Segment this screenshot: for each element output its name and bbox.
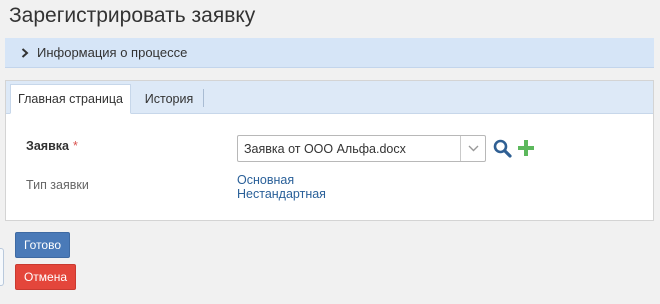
request-field-label: Заявка * (26, 139, 78, 153)
process-info-toggle[interactable]: Информация о процессе (5, 38, 654, 68)
type-option-nonstandard[interactable]: Нестандартная (237, 187, 326, 201)
search-icon[interactable] (492, 138, 512, 158)
chevron-down-icon[interactable] (461, 136, 485, 161)
required-marker: * (72, 139, 78, 153)
tab-main-page[interactable]: Главная страница (10, 84, 131, 114)
process-info-label: Информация о процессе (37, 45, 188, 60)
page-title: Зарегистрировать заявку (9, 4, 256, 27)
request-select[interactable]: Заявка от ООО Альфа.docx (237, 135, 486, 162)
request-label-text: Заявка (26, 139, 69, 153)
tab-bar: Главная страница История (6, 81, 653, 114)
request-type-label: Тип заявки (26, 178, 89, 192)
chevron-right-icon (19, 47, 31, 59)
type-option-main[interactable]: Основная (237, 173, 294, 187)
form-panel: Главная страница История Заявка * Заявка … (5, 80, 654, 221)
side-panel-handle[interactable] (0, 248, 4, 286)
request-select-value: Заявка от ООО Альфа.docx (244, 141, 406, 156)
plus-icon[interactable] (516, 138, 536, 158)
done-button[interactable]: Готово (15, 232, 70, 258)
cancel-button[interactable]: Отмена (15, 264, 76, 290)
tab-divider (203, 89, 204, 107)
tab-history[interactable]: История (134, 84, 204, 114)
